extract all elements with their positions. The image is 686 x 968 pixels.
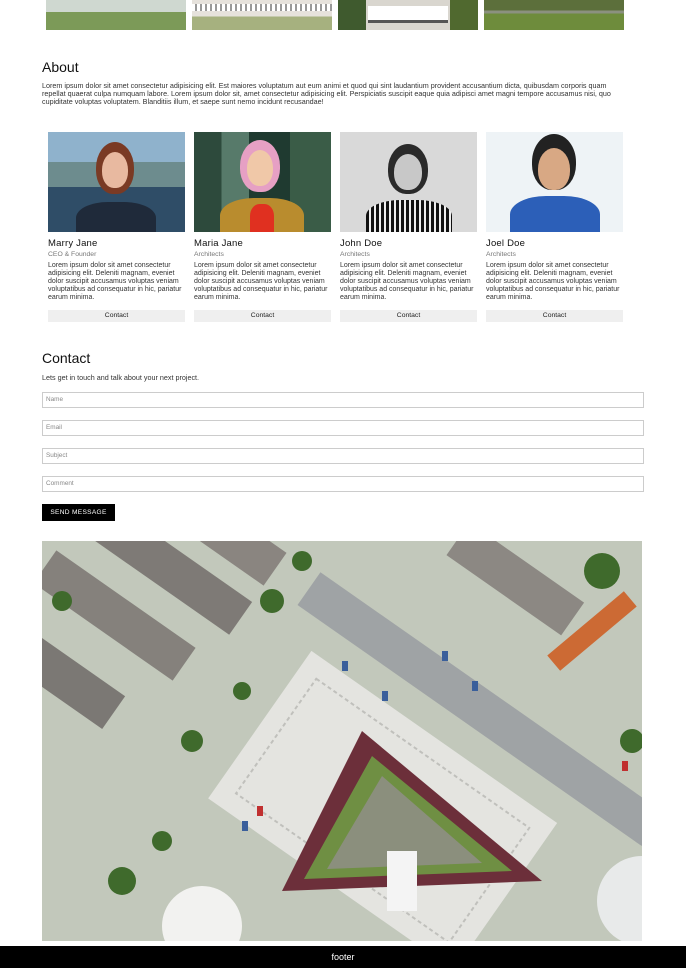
team-card: Marry Jane CEO & Founder Lorem ipsum dol… bbox=[48, 132, 185, 322]
project-image bbox=[338, 0, 478, 30]
team-card: Joel Doe Architects Lorem ipsum dolor si… bbox=[486, 132, 623, 322]
team-member-bio: Lorem ipsum dolor sit amet consectetur a… bbox=[486, 262, 620, 301]
comment-input[interactable]: Comment bbox=[42, 476, 644, 492]
contact-button[interactable]: Contact bbox=[194, 310, 331, 322]
team-photo bbox=[194, 132, 331, 232]
subject-input[interactable]: Subject bbox=[42, 448, 644, 464]
team-member-role: Architects bbox=[486, 251, 516, 258]
send-message-button[interactable]: SEND MESSAGE bbox=[42, 504, 115, 521]
project-thumbnails bbox=[46, 0, 626, 31]
team-member-name: Joel Doe bbox=[486, 238, 526, 249]
about-text: Lorem ipsum dolor sit amet consectetur a… bbox=[42, 81, 611, 107]
team-member-role: CEO & Founder bbox=[48, 251, 97, 258]
project-image bbox=[192, 0, 332, 30]
name-input[interactable]: Name bbox=[42, 392, 644, 408]
team-card: Maria Jane Architects Lorem ipsum dolor … bbox=[194, 132, 331, 322]
contact-button[interactable]: Contact bbox=[48, 310, 185, 322]
about-title: About bbox=[42, 59, 79, 75]
contact-title: Contact bbox=[42, 350, 91, 366]
team-photo bbox=[340, 132, 477, 232]
team-photo bbox=[48, 132, 185, 232]
team-card: John Doe Architects Lorem ipsum dolor si… bbox=[340, 132, 477, 322]
team-photo bbox=[486, 132, 623, 232]
team-member-name: John Doe bbox=[340, 238, 383, 249]
email-input[interactable]: Email bbox=[42, 420, 644, 436]
team-member-role: Architects bbox=[194, 251, 224, 258]
team-member-bio: Lorem ipsum dolor sit amet consectetur a… bbox=[194, 262, 328, 301]
footer: footer bbox=[0, 946, 686, 968]
contact-button[interactable]: Contact bbox=[486, 310, 623, 322]
team-member-name: Marry Jane bbox=[48, 238, 98, 249]
contact-subtitle: Lets get in touch and talk about your ne… bbox=[42, 373, 200, 382]
project-image bbox=[484, 0, 624, 30]
team-member-name: Maria Jane bbox=[194, 238, 243, 249]
aerial-city-image bbox=[42, 541, 642, 941]
project-image bbox=[46, 0, 186, 30]
team-member-role: Architects bbox=[340, 251, 370, 258]
team-grid: Marry Jane CEO & Founder Lorem ipsum dol… bbox=[48, 132, 624, 322]
team-member-bio: Lorem ipsum dolor sit amet consectetur a… bbox=[48, 262, 182, 301]
contact-button[interactable]: Contact bbox=[340, 310, 477, 322]
team-member-bio: Lorem ipsum dolor sit amet consectetur a… bbox=[340, 262, 474, 301]
